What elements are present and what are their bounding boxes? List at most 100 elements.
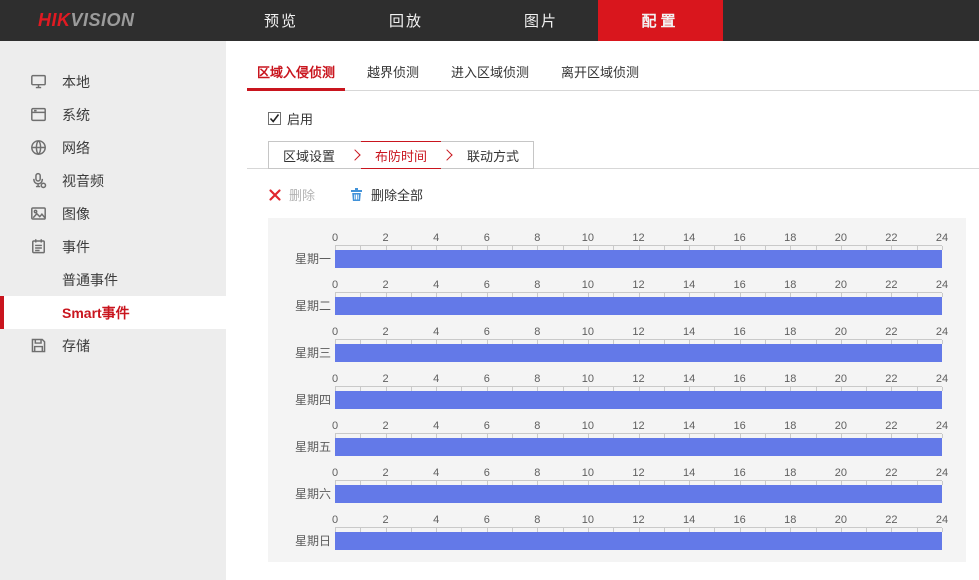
- image-icon: [30, 205, 47, 222]
- sidebar-item-label: 本地: [62, 72, 90, 92]
- hour-label: 0: [332, 231, 338, 245]
- hour-label: 6: [484, 278, 490, 292]
- timeline-3[interactable]: 024681012141618202224: [335, 372, 942, 409]
- topnav-item-0[interactable]: 预览: [252, 0, 310, 41]
- timeline-4[interactable]: 024681012141618202224: [335, 419, 942, 456]
- step-tab-0[interactable]: 区域设置: [269, 142, 349, 168]
- step-tab-2[interactable]: 联动方式: [453, 142, 533, 168]
- bar-track: [335, 391, 942, 409]
- timeline-6[interactable]: 024681012141618202224: [335, 513, 942, 550]
- bar-track: [335, 485, 942, 503]
- tab-0[interactable]: 区域入侵侦测: [247, 55, 345, 91]
- timeline-2[interactable]: 024681012141618202224: [335, 325, 942, 362]
- sidebar-item-label: 系统: [62, 105, 90, 125]
- hour-label: 6: [484, 419, 490, 433]
- sidebar-item-label: 存储: [62, 336, 90, 356]
- sidebar-item-3[interactable]: 视音频: [0, 164, 226, 197]
- topnav-item-1[interactable]: 回放: [377, 0, 435, 41]
- hour-label: 0: [332, 513, 338, 527]
- hour-ruler: 024681012141618202224: [335, 419, 942, 433]
- steps-row: 区域设置布防时间联动方式: [268, 141, 979, 169]
- enable-checkbox[interactable]: [268, 112, 281, 125]
- bar-track: [335, 532, 942, 550]
- schedule-bar[interactable]: [335, 250, 942, 268]
- hour-label: 16: [734, 513, 746, 527]
- day-label: 星期三: [276, 325, 331, 362]
- schedule-row-4: 星期五024681012141618202224: [276, 419, 938, 456]
- hour-label: 22: [885, 231, 897, 245]
- hour-label: 10: [582, 466, 594, 480]
- tab-1[interactable]: 越界侦测: [357, 55, 429, 90]
- schedule-bar[interactable]: [335, 391, 942, 409]
- hour-label: 12: [632, 372, 644, 386]
- globe-icon: [30, 139, 47, 156]
- schedule-row-0: 星期一024681012141618202224: [276, 231, 938, 268]
- hour-label: 20: [835, 231, 847, 245]
- hour-ruler: 024681012141618202224: [335, 466, 942, 480]
- step-tab-1[interactable]: 布防时间: [361, 141, 441, 169]
- sidebar-item-label: 普通事件: [62, 270, 118, 290]
- schedule-bar[interactable]: [335, 297, 942, 315]
- tick-mark: [942, 340, 943, 344]
- tab-2[interactable]: 进入区域侦测: [441, 55, 539, 90]
- hour-label: 8: [534, 231, 540, 245]
- hour-label: 14: [683, 372, 695, 386]
- sidebar-item-4[interactable]: 图像: [0, 197, 226, 230]
- sidebar-item-8[interactable]: 存储: [0, 329, 226, 362]
- hour-label: 4: [433, 419, 439, 433]
- hour-label: 0: [332, 278, 338, 292]
- microphone-icon: [30, 172, 47, 189]
- hour-label: 2: [383, 513, 389, 527]
- hour-label: 16: [734, 466, 746, 480]
- hour-label: 12: [632, 278, 644, 292]
- topnav-item-2[interactable]: 图片: [512, 0, 570, 41]
- sidebar-item-2[interactable]: 网络: [0, 131, 226, 164]
- storage-icon: [30, 337, 47, 354]
- hour-label: 6: [484, 513, 490, 527]
- hour-label: 12: [632, 466, 644, 480]
- timeline-5[interactable]: 024681012141618202224: [335, 466, 942, 503]
- logo-part-gray: VISION: [71, 10, 135, 31]
- tick-mark: [942, 481, 943, 485]
- sidebar-item-label: 事件: [62, 237, 90, 257]
- hour-label: 16: [734, 372, 746, 386]
- schedule-bar[interactable]: [335, 438, 942, 456]
- hour-label: 16: [734, 419, 746, 433]
- timeline-0[interactable]: 024681012141618202224: [335, 231, 942, 268]
- day-label: 星期五: [276, 419, 331, 456]
- hour-label: 4: [433, 325, 439, 339]
- schedule-bar[interactable]: [335, 532, 942, 550]
- main-content: 区域入侵侦测越界侦测进入区域侦测离开区域侦测 启用 区域设置布防时间联动方式 删…: [226, 41, 979, 580]
- topnav-item-3[interactable]: 配置: [598, 0, 723, 41]
- schedule-bar[interactable]: [335, 344, 942, 362]
- hour-label: 14: [683, 466, 695, 480]
- day-label: 星期二: [276, 278, 331, 315]
- bar-track: [335, 438, 942, 456]
- delete-button[interactable]: 删除: [268, 185, 315, 204]
- tick-mark: [942, 434, 943, 438]
- bar-track: [335, 297, 942, 315]
- sidebar-item-7[interactable]: Smart事件: [0, 296, 226, 329]
- hour-label: 0: [332, 372, 338, 386]
- hour-label: 2: [383, 325, 389, 339]
- tick-mark: [942, 387, 943, 391]
- hour-ruler: 024681012141618202224: [335, 231, 942, 245]
- hour-label: 12: [632, 231, 644, 245]
- hour-label: 22: [885, 278, 897, 292]
- timeline-1[interactable]: 024681012141618202224: [335, 278, 942, 315]
- tab-3[interactable]: 离开区域侦测: [551, 55, 649, 90]
- schedule-bar[interactable]: [335, 485, 942, 503]
- steps-box: 区域设置布防时间联动方式: [268, 141, 534, 169]
- sidebar-item-5[interactable]: 事件: [0, 230, 226, 263]
- hour-label: 6: [484, 372, 490, 386]
- hour-ruler: 024681012141618202224: [335, 372, 942, 386]
- sidebar-item-1[interactable]: 系统: [0, 98, 226, 131]
- hour-label: 8: [534, 466, 540, 480]
- sidebar-item-6[interactable]: 普通事件: [0, 263, 226, 296]
- event-icon: [30, 238, 47, 255]
- enable-label: 启用: [287, 109, 313, 128]
- hour-label: 4: [433, 466, 439, 480]
- hour-label: 18: [784, 325, 796, 339]
- delete-all-button[interactable]: 删除全部: [349, 185, 423, 204]
- sidebar-item-0[interactable]: 本地: [0, 65, 226, 98]
